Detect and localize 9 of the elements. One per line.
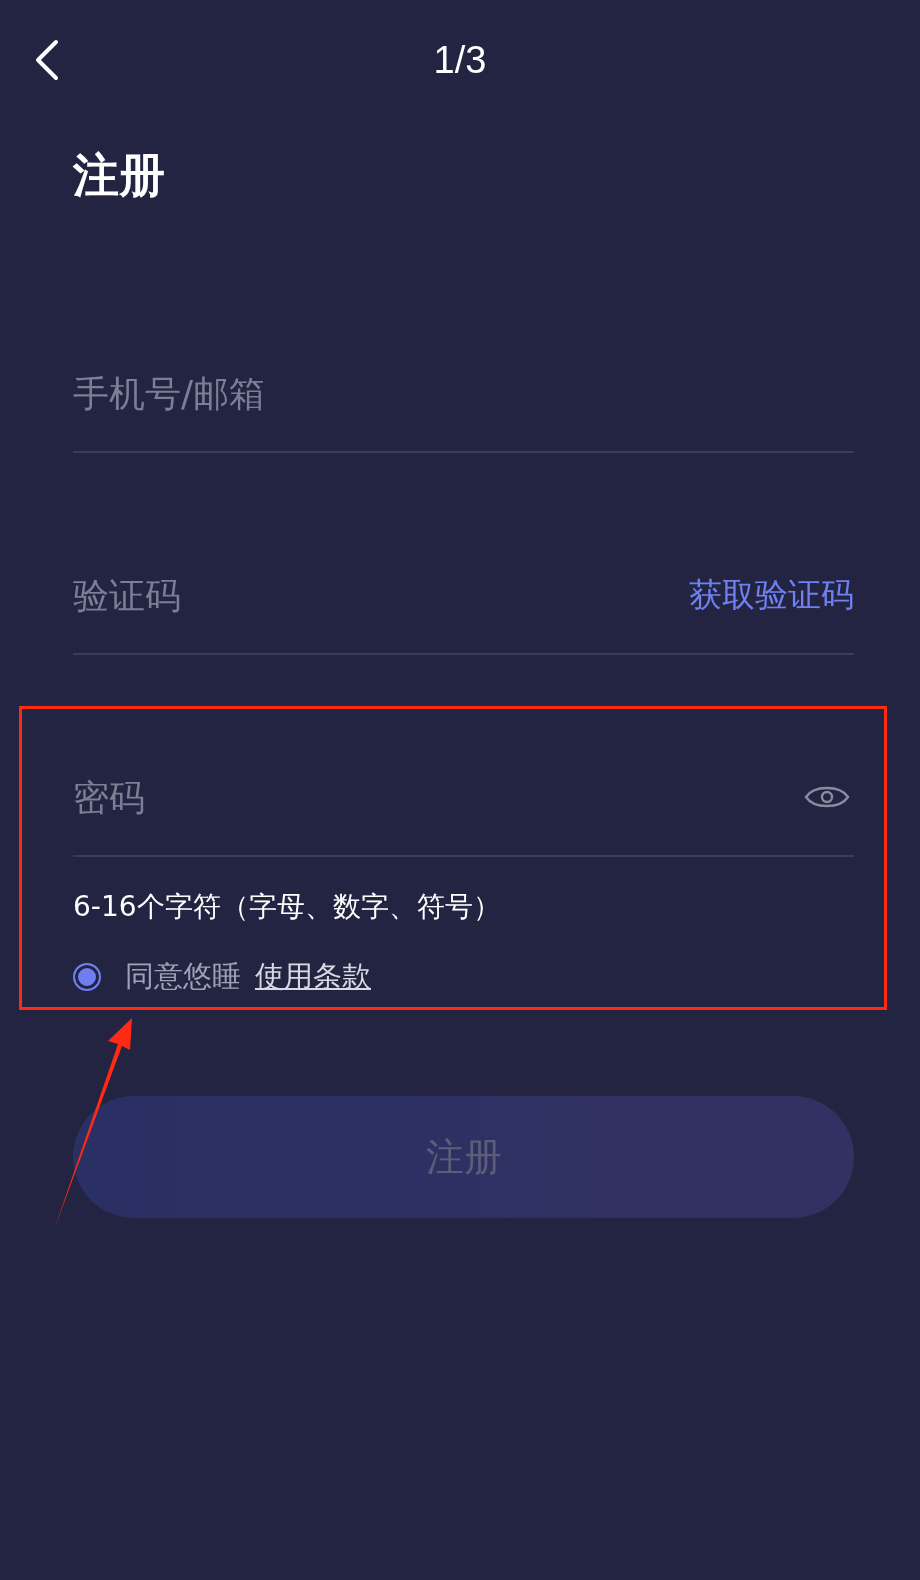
agree-label: 同意悠睡 (125, 958, 241, 995)
input-field[interactable]: 验证码 (73, 570, 689, 620)
terms-link[interactable]: 使用条款 (255, 957, 371, 997)
get-code-link[interactable]: 获取验证码 (689, 572, 854, 618)
page-title: 注册 (73, 147, 166, 204)
step-counter: 1/3 (433, 38, 487, 82)
input-field[interactable]: 手机号/邮箱 (73, 368, 854, 418)
input-field[interactable]: 密码 (73, 772, 804, 822)
password-hint: 6-16个字符（字母、数字、符号） (73, 889, 501, 925)
